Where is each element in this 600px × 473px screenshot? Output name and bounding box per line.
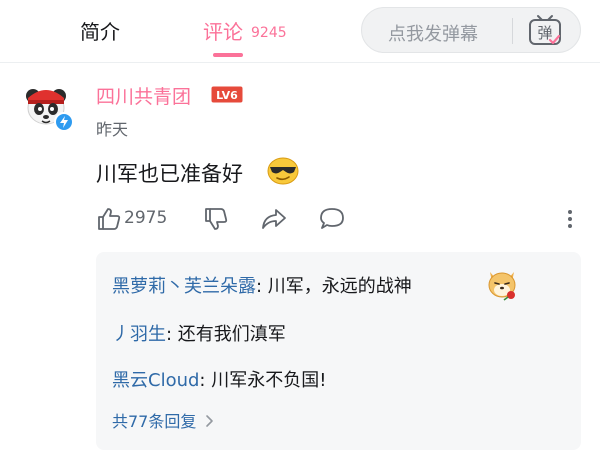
tab-intro-label: 简介 <box>80 20 120 44</box>
more-replies-label: 共77条回复 <box>112 412 197 431</box>
danmaku-toggle-button[interactable]: 弹 <box>525 12 565 50</box>
tab-comments[interactable]: 评论 9245 <box>203 16 287 45</box>
shiba-dog-rose-emoji-icon <box>488 272 516 301</box>
danmaku-tv-icon: 弹 <box>529 15 561 45</box>
thumbs-up-icon <box>98 208 121 230</box>
tab-comments-label: 评论 <box>203 20 243 44</box>
reply-text: : 川军，永远的战神 <box>256 276 412 297</box>
view-more-replies-link[interactable]: 共77条回复 <box>112 408 215 432</box>
reply-item[interactable]: 黑云Cloud: 川军永不负国! <box>112 366 326 392</box>
comment-username[interactable]: 四川共青团 <box>96 82 191 109</box>
reply-user[interactable]: 丿羽生 <box>112 324 166 345</box>
reply-text: : 还有我们滇军 <box>166 324 286 345</box>
more-options-button[interactable] <box>562 206 578 234</box>
danmaku-placeholder: 点我发弹幕 <box>388 24 478 45</box>
comment-bubble-icon <box>320 208 344 229</box>
like-button[interactable] <box>96 206 122 234</box>
like-count: 2975 <box>124 208 168 228</box>
reply-text: : 川军永不负国! <box>199 370 327 391</box>
tab-intro[interactable]: 简介 <box>80 16 120 45</box>
share-button[interactable] <box>260 206 288 234</box>
replies-panel: 黑萝莉丶芙兰朵露: 川军，永远的战神 丿羽生: 还有我们滇军 黑云Cloud: … <box>96 252 581 450</box>
reply-item[interactable]: 黑萝莉丶芙兰朵露: 川军，永远的战神 <box>112 272 412 298</box>
reply-user[interactable]: 黑云Cloud <box>112 370 199 391</box>
reply-button[interactable] <box>318 206 346 234</box>
reply-user[interactable]: 黑萝莉丶芙兰朵露 <box>112 276 256 297</box>
dislike-button[interactable] <box>203 206 229 234</box>
active-tab-indicator <box>213 53 243 57</box>
reply-item[interactable]: 丿羽生: 还有我们滇军 <box>112 320 286 346</box>
level-badge: LV6 <box>211 86 243 103</box>
tab-bar: 简介 评论 9245 点我发弹幕 弹 <box>0 0 600 60</box>
comment-time: 昨天 <box>96 120 129 139</box>
share-icon <box>262 209 286 229</box>
chevron-right-icon <box>206 415 214 427</box>
more-vertical-icon <box>568 210 572 228</box>
comment-content: 川军也已准备好 <box>96 162 243 186</box>
verified-badge <box>54 112 74 132</box>
thumbs-down-icon <box>205 208 228 230</box>
lightning-icon <box>60 116 68 128</box>
danmaku-separator <box>512 18 513 44</box>
comments-count: 9245 <box>251 25 287 41</box>
danmaku-input[interactable]: 点我发弹幕 弹 <box>361 7 581 53</box>
sunglasses-emoji-icon <box>267 157 299 185</box>
level-text: LV6 <box>216 89 238 102</box>
tab-divider <box>0 62 600 63</box>
